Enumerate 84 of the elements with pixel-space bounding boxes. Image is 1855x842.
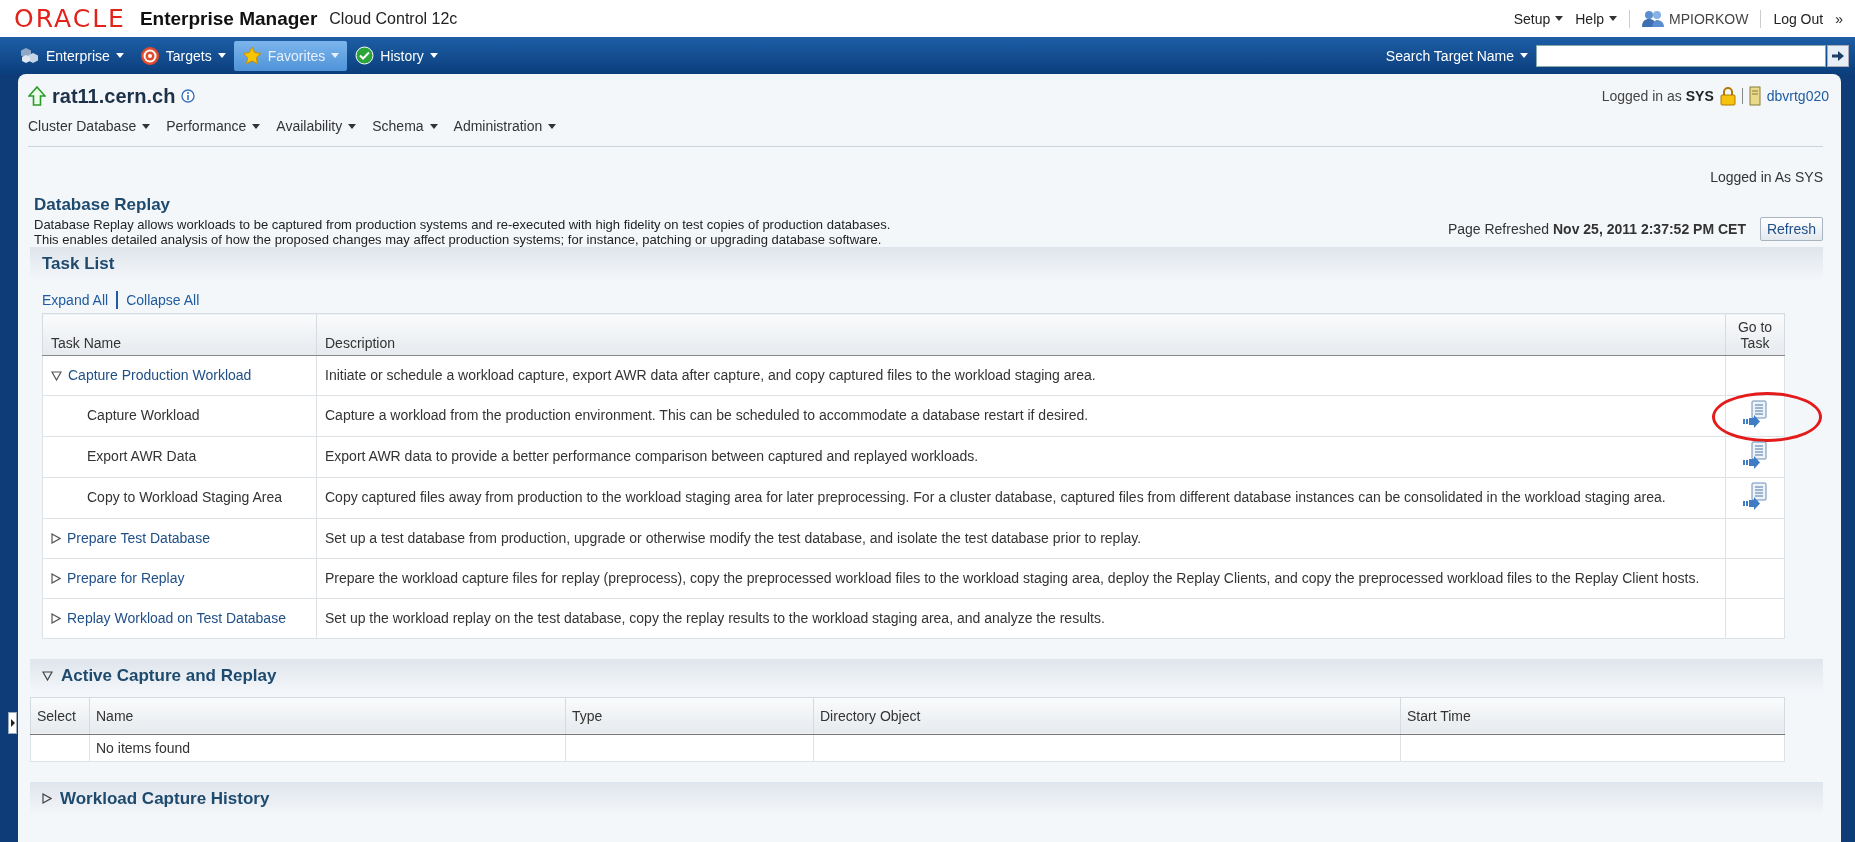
collapse-triangle-icon[interactable] xyxy=(42,670,53,681)
table-cell: Export AWR data to provide a better performance comparison between captured and replayed workloads. xyxy=(316,436,1726,477)
product-name: Enterprise Manager xyxy=(139,7,318,30)
header-menu[interactable]: Setup xyxy=(1513,10,1564,27)
table-cell: Export AWR Data xyxy=(42,436,317,477)
column-header: Task Name xyxy=(42,313,317,356)
column-header: Name xyxy=(89,697,566,734)
column-header: Start Time xyxy=(1400,697,1785,734)
section-title[interactable]: Active Capture and Replay xyxy=(61,665,277,686)
expand-triangle-icon[interactable] xyxy=(51,532,61,544)
expand-triangle-icon[interactable] xyxy=(51,572,61,584)
caret-icon xyxy=(331,53,340,58)
refresh-button[interactable]: Refresh xyxy=(1759,217,1823,241)
nav-menu[interactable]: Enterprise xyxy=(12,41,132,70)
caret-icon xyxy=(252,123,261,129)
caret-icon xyxy=(142,123,151,129)
empty-message: No items found xyxy=(89,734,566,761)
up-arrow-icon xyxy=(28,86,46,106)
star-icon xyxy=(241,45,262,66)
column-header: Go to Task xyxy=(1725,313,1785,356)
cubes-icon xyxy=(20,46,40,65)
section-title[interactable]: Workload Capture History xyxy=(60,788,270,809)
login-status: Logged in as SYS xyxy=(1601,88,1714,104)
user-menu[interactable]: MPIORKOW xyxy=(1642,9,1749,28)
caret-icon xyxy=(429,53,438,58)
caret-icon xyxy=(217,53,226,58)
target-icon xyxy=(139,45,160,66)
target-menu[interactable]: Availability xyxy=(276,118,357,134)
column-header: Description xyxy=(316,313,1726,356)
column-header: Directory Object xyxy=(813,697,1401,734)
page-refreshed-text: Page Refreshed Nov 25, 2011 2:37:52 PM CET xyxy=(1447,221,1746,237)
go-to-task-icon[interactable] xyxy=(1742,399,1768,428)
table-cell: Set up a test database from production, upgrade or otherwise modify the test database, and isolate the test database prior to replay. xyxy=(316,518,1726,558)
table-cell: Initiate or schedule a workload capture, export AWR data after capture, and copy captured files to the workload staging area. xyxy=(316,355,1726,395)
page-title: Database Replay xyxy=(34,195,172,215)
target-menu[interactable]: Performance xyxy=(166,118,261,134)
users-icon xyxy=(1642,9,1665,28)
expand-all-link[interactable]: Expand All xyxy=(42,292,109,308)
search-scope-menu[interactable]: Search Target Name xyxy=(1385,47,1528,64)
login-note: Logged in As SYS xyxy=(1709,168,1823,187)
more-link[interactable]: » xyxy=(1835,10,1843,27)
target-menu[interactable]: Administration xyxy=(453,118,557,134)
table-cell: Prepare the workload capture files for replay (preprocess), copy the preprocessed workload files to the workload staging area, deploy the Replay Clients, and copy the preprocessed workload files to the Replay Client hosts. xyxy=(316,558,1726,598)
search-go-button[interactable] xyxy=(1827,44,1849,67)
panel-toggle-handle-icon[interactable] xyxy=(8,712,17,734)
section-title: Task List xyxy=(42,254,115,274)
info-icon[interactable] xyxy=(181,89,196,103)
table-cell: Copy to Workload Staging Area xyxy=(42,477,317,518)
column-header: Type xyxy=(565,697,814,734)
target-name[interactable]: rat11.cern.ch xyxy=(52,84,176,108)
table-cell: Capture Workload xyxy=(42,395,317,436)
host-link[interactable]: dbvrtg020 xyxy=(1766,88,1829,104)
expand-triangle-icon[interactable] xyxy=(51,612,61,624)
caret-icon xyxy=(1555,16,1564,21)
brand-logo[interactable]: ORACLE xyxy=(14,4,126,33)
collapse-triangle-icon[interactable] xyxy=(51,370,62,381)
table-cell: Set up the workload replay on the test database, copy the replay results to the workload staging area, and analyze the results. xyxy=(316,598,1726,638)
page-description: Database Replay allows workloads to be captured from production systems and re-executed with high fidelity on test copies of production databases. xyxy=(34,217,892,232)
target-menu[interactable]: Cluster Database xyxy=(28,118,151,134)
logout-link[interactable]: Log Out xyxy=(1773,10,1824,27)
column-header: Select xyxy=(30,697,90,734)
page-description: This enables detailed analysis of how the proposed changes may affect production systems; for instance, patching or upgrading database software. xyxy=(34,232,883,247)
caret-icon xyxy=(429,123,438,129)
collapse-all-link[interactable]: Collapse All xyxy=(126,292,200,308)
go-to-task-icon[interactable] xyxy=(1742,440,1768,469)
arrow-icon xyxy=(1832,50,1844,61)
table-cell: Copy captured files away from production to the workload staging area for later preprocessing. For a cluster database, captured files from different database instances can be consolidated in the workload staging area. xyxy=(316,477,1726,518)
expand-triangle-icon[interactable] xyxy=(42,793,52,804)
search-field[interactable] xyxy=(1536,44,1826,67)
caret-icon xyxy=(548,123,557,129)
nav-menu[interactable]: Targets xyxy=(131,40,234,71)
header-menu[interactable]: Help xyxy=(1575,10,1618,27)
caret-icon xyxy=(1520,53,1528,58)
target-menu[interactable]: Schema xyxy=(372,118,438,134)
nav-menu[interactable]: History xyxy=(347,41,446,70)
caret-icon xyxy=(1609,16,1618,21)
caret-icon xyxy=(115,53,124,58)
server-icon xyxy=(1748,86,1761,106)
check-circle-icon xyxy=(355,46,375,65)
table-cell: Capture a workload from the production environment. This can be scheduled to accommodate a database restart if desired. xyxy=(316,395,1726,436)
lock-icon xyxy=(1719,86,1736,106)
caret-icon xyxy=(348,123,357,129)
go-to-task-icon[interactable] xyxy=(1742,481,1768,510)
edition-label: Cloud Control 12c xyxy=(329,9,458,28)
